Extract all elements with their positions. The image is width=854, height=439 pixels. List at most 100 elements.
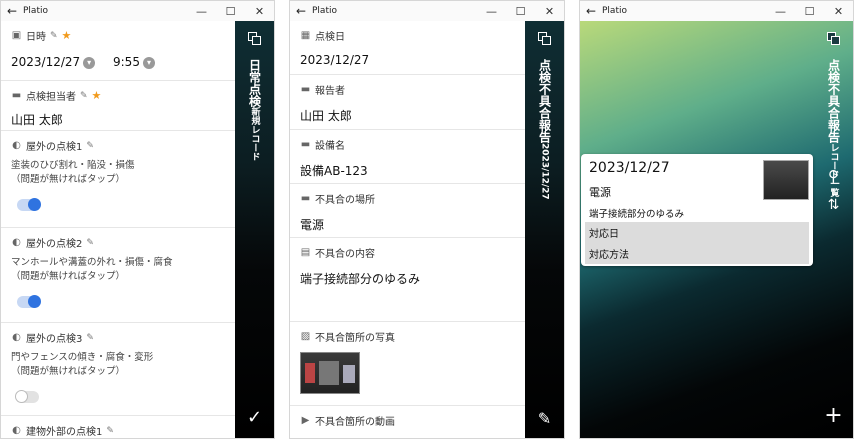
text-area-icon: ▤ xyxy=(300,247,311,258)
maximize-button[interactable]: ☐ xyxy=(506,5,535,18)
field-inspect-date: ▦ 点検日 2023/12/27 xyxy=(290,21,525,75)
field-description: 門やフェンスの傾き・腐食・変形 xyxy=(11,352,154,363)
field-label: 設備名 xyxy=(315,141,345,152)
title-bar: ← Platio — ☐ ✕ xyxy=(290,1,564,21)
window-defect-report: ← Platio — ☐ ✕ ▦ 点検日 2023/12/27 ▬ 報告者 山田 太… xyxy=(289,0,565,439)
field-location: ▬ 不具合の場所 電源 xyxy=(290,184,525,238)
field-value: 2023/12/27 xyxy=(300,53,370,67)
layers-icon[interactable] xyxy=(538,32,552,46)
image-icon: ▨ xyxy=(300,331,311,342)
field-label: 屋外の点検1 xyxy=(26,142,83,153)
minimize-button[interactable]: — xyxy=(477,5,506,18)
required-star-icon: ★ xyxy=(61,29,72,42)
person-card-icon: ▬ xyxy=(11,90,22,101)
page-subtitle: 2023/12/27 xyxy=(539,143,550,200)
sidebar: 日常点検 新規レコード ✓ xyxy=(235,21,274,438)
back-arrow-icon[interactable]: ← xyxy=(580,4,602,18)
required-star-icon: ★ xyxy=(91,89,102,102)
edit-icon: ✎ xyxy=(50,30,58,41)
field-label: 点検日 xyxy=(315,32,345,43)
app-title: Platio xyxy=(602,6,627,16)
back-arrow-icon[interactable]: ← xyxy=(290,4,312,18)
field-check2: ◐ 屋外の点検2 ✎ マンホールや溝蓋の外れ・損傷・腐食 （問題が無ければタップ… xyxy=(1,228,235,323)
field-equipment: ▬ 設備名 設備AB-123 xyxy=(290,130,525,184)
back-arrow-icon[interactable]: ← xyxy=(1,4,23,18)
window-daily-inspection: ← Platio — ☐ ✕ ▣ 日時 ✎ ★ 2023/12/27 ▾ 9:55… xyxy=(0,0,275,439)
chevron-down-icon[interactable]: ▾ xyxy=(83,56,96,69)
check3-toggle[interactable] xyxy=(15,390,39,403)
record-photo-thumbnail xyxy=(763,160,809,200)
edit-icon: ✎ xyxy=(106,425,114,436)
time-value[interactable]: 9:55 xyxy=(113,55,140,69)
edit-icon[interactable]: ✎ xyxy=(525,409,564,428)
checkmark-icon[interactable]: ✓ xyxy=(235,407,274,428)
inspector-value: 山田 太郎 xyxy=(11,113,63,127)
close-button[interactable]: ✕ xyxy=(535,5,564,18)
layers-icon[interactable] xyxy=(248,32,262,46)
calendar-clock-icon: ▣ xyxy=(11,30,22,41)
edit-icon: ✎ xyxy=(86,237,94,248)
field-label: 不具合の内容 xyxy=(315,249,375,260)
check1-toggle[interactable] xyxy=(17,198,41,211)
sort-icon[interactable]: ⇅ xyxy=(814,197,853,213)
search-icon[interactable]: ⚲ xyxy=(814,167,853,185)
field-photo: ▨ 不具合箇所の写真 xyxy=(290,322,525,406)
response-date-row: 対応日 xyxy=(585,222,809,243)
field-value: 電源 xyxy=(300,218,325,232)
field-content: ▤ 不具合の内容 端子接続部分のゆるみ xyxy=(290,238,525,322)
minimize-button[interactable]: — xyxy=(766,5,795,18)
field-label: 日時 xyxy=(26,32,46,43)
plus-icon[interactable]: + xyxy=(814,403,853,428)
page-title: 点検不具合報告 xyxy=(826,59,841,143)
field-datetime: ▣ 日時 ✎ ★ 2023/12/27 ▾ 9:55 ▾ xyxy=(1,21,235,81)
page-title: 日常点検 xyxy=(247,59,262,107)
field-reporter: ▬ 報告者 山田 太郎 xyxy=(290,75,525,130)
field-label: 不具合箇所の動画 xyxy=(315,417,395,428)
field-description: （問題が無ければタップ） xyxy=(11,174,126,185)
chevron-down-icon[interactable]: ▾ xyxy=(142,56,155,69)
field-description: （問題が無ければタップ） xyxy=(11,366,126,377)
toggle-knob xyxy=(15,390,28,403)
field-value: 設備AB-123 xyxy=(300,164,368,178)
maximize-button[interactable]: ☐ xyxy=(216,5,245,18)
field-label: 不具合箇所の写真 xyxy=(315,333,395,344)
date-value[interactable]: 2023/12/27 xyxy=(11,55,80,69)
edit-icon: ✎ xyxy=(80,90,88,101)
layers-icon[interactable] xyxy=(827,32,841,46)
title-bar: ← Platio — ☐ ✕ xyxy=(1,1,274,21)
field-description: （問題が無ければタップ） xyxy=(11,271,126,282)
app-title: Platio xyxy=(23,6,48,16)
edit-icon: ✎ xyxy=(86,332,94,343)
calendar-icon: ▦ xyxy=(300,30,311,41)
field-value: 山田 太郎 xyxy=(300,109,352,123)
record-content: ▦ 点検日 2023/12/27 ▬ 報告者 山田 太郎 ▬ 設備名 設備AB-123… xyxy=(290,21,525,438)
toggle-knob xyxy=(28,295,41,308)
field-label: 建物外部の点検1 xyxy=(26,427,103,438)
page-title: 点検不具合報告 xyxy=(537,59,552,143)
app-title: Platio xyxy=(312,6,337,16)
defect-photo-thumbnail[interactable] xyxy=(300,352,360,394)
title-bar: ← Platio — ☐ ✕ xyxy=(580,1,853,21)
field-check1: ◐ 屋外の点検1 ✎ 塗装のひび割れ・陥没・損傷 （問題が無ければタップ） xyxy=(1,131,235,228)
field-video: ▶ 不具合箇所の動画 xyxy=(290,406,525,435)
toggle-icon: ◐ xyxy=(12,237,21,248)
check2-toggle[interactable] xyxy=(17,295,41,308)
field-label: 屋外の点検2 xyxy=(26,239,83,250)
sidebar: 点検不具合報告 2023/12/27 ✎ xyxy=(525,21,564,438)
record-card[interactable]: 2023/12/27 電源 端子接続部分のゆるみ 対応日 対応方法 xyxy=(581,154,813,266)
person-card-icon: ▬ xyxy=(300,84,311,95)
minimize-button[interactable]: — xyxy=(187,5,216,18)
window-record-list: ← Platio — ☐ ✕ 2023/12/27 電源 端子接続部分のゆるみ … xyxy=(579,0,854,439)
field-description: 塗装のひび割れ・陥没・損傷 xyxy=(11,160,135,171)
close-button[interactable]: ✕ xyxy=(245,5,274,18)
field-label: 屋外の点検3 xyxy=(26,334,83,345)
field-label: 点検担当者 xyxy=(26,92,76,103)
response-method-row: 対応方法 xyxy=(585,243,809,264)
field-inspector[interactable]: ▬ 点検担当者 ✎ ★ 山田 太郎 xyxy=(1,81,235,131)
sidebar: 点検不具合報告 レコード一覧 ⚲ ⇅ + xyxy=(814,21,853,438)
maximize-button[interactable]: ☐ xyxy=(795,5,824,18)
close-button[interactable]: ✕ xyxy=(824,5,853,18)
toggle-knob xyxy=(28,198,41,211)
field-value: 端子接続部分のゆるみ xyxy=(300,272,421,286)
form-content: ▣ 日時 ✎ ★ 2023/12/27 ▾ 9:55 ▾ ▬ 点検担当者 ✎ ★ 山… xyxy=(1,21,235,438)
